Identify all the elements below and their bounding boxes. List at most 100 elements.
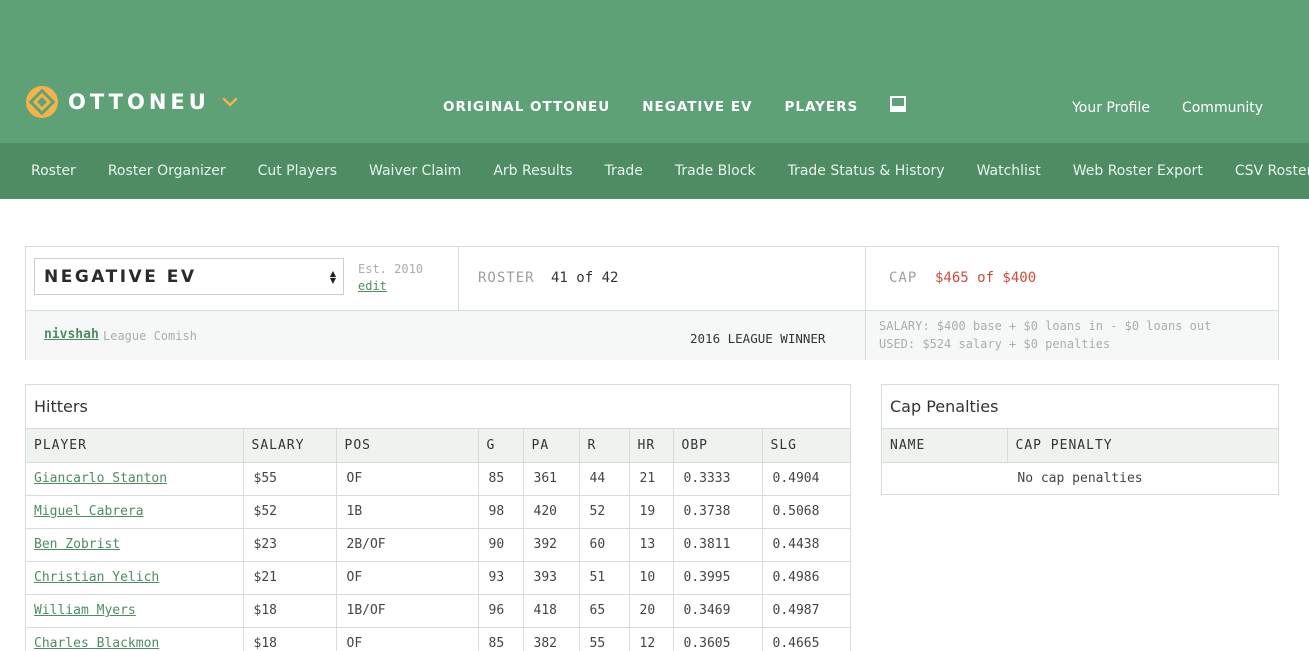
stat-cell: 20 <box>629 594 674 628</box>
pos-cell: 2B/OF <box>336 528 479 562</box>
salary-cell: $21 <box>243 561 337 595</box>
stat-cell: 420 <box>523 495 580 529</box>
pos-cell: OF <box>336 462 479 496</box>
pos-cell: 1B <box>336 495 479 529</box>
column-header[interactable]: SALARY <box>243 429 337 463</box>
column-header[interactable]: R <box>579 429 630 463</box>
stat-cell: 0.4904 <box>762 462 850 496</box>
stat-cell: 0.4665 <box>762 627 850 651</box>
community-link[interactable]: Community <box>1182 100 1263 116</box>
roster-label: ROSTER <box>478 270 535 286</box>
subnav-roster[interactable]: Roster <box>31 163 76 179</box>
table-row: Miguel Cabrera $52 1B 98 420 52 19 0.373… <box>26 495 850 529</box>
player-cell: Miguel Cabrera <box>26 495 244 529</box>
ottoneu-logo-icon <box>26 86 58 118</box>
hitters-table: PLAYER SALARY POS G PA R HR OBP SLG Gian… <box>26 429 850 651</box>
column-header[interactable]: OBP <box>673 429 763 463</box>
subnav-cut-players[interactable]: Cut Players <box>258 163 337 179</box>
top-header: OTTONEU ORIGINAL OTTONEU NEGATIVE EV PLA… <box>0 0 1309 143</box>
roster-count: 41 of 42 <box>551 270 619 286</box>
brand-logo[interactable]: OTTONEU <box>26 86 238 118</box>
column-header[interactable]: CAP PENALTY <box>1007 429 1278 463</box>
edit-league-link[interactable]: edit <box>358 279 387 293</box>
player-link[interactable]: William Myers <box>34 603 136 618</box>
player-cell: Ben Zobrist <box>26 528 244 562</box>
your-profile-link[interactable]: Your Profile <box>1072 100 1150 116</box>
column-header[interactable]: NAME <box>882 429 1008 463</box>
salary-cell: $18 <box>243 594 337 628</box>
stat-cell: 10 <box>629 561 674 595</box>
table-row: William Myers $18 1B/OF 96 418 65 20 0.3… <box>26 594 850 628</box>
player-link[interactable]: Charles Blackmon <box>34 636 159 651</box>
subnav-trade-block[interactable]: Trade Block <box>675 163 756 179</box>
divider <box>865 247 866 360</box>
nav-players[interactable]: PLAYERS <box>785 99 859 115</box>
stat-cell: 12 <box>629 627 674 651</box>
stat-cell: 96 <box>478 594 524 628</box>
column-header[interactable]: POS <box>336 429 479 463</box>
subnav-csv-roster-export[interactable]: CSV Roster Export <box>1235 163 1309 179</box>
inbox-icon[interactable] <box>890 96 907 112</box>
player-link[interactable]: Ben Zobrist <box>34 537 120 552</box>
subnav-trade[interactable]: Trade <box>605 163 643 179</box>
stat-cell: 13 <box>629 528 674 562</box>
league-select-value: NEGATIVE EV <box>44 267 197 287</box>
stat-cell: 90 <box>478 528 524 562</box>
stat-cell: 0.5068 <box>762 495 850 529</box>
stat-cell: 392 <box>523 528 580 562</box>
user-nav: Your Profile Community <box>1040 100 1263 116</box>
salary-breakdown: SALARY: $400 base + $0 loans in - $0 loa… <box>879 319 1212 333</box>
table-header-row: NAME CAP PENALTY <box>882 429 1278 463</box>
subnav-trade-status-history[interactable]: Trade Status & History <box>788 163 945 179</box>
cap-penalties-title: Cap Penalties <box>882 385 1278 429</box>
salary-cell: $52 <box>243 495 337 529</box>
nav-original-ottoneu[interactable]: ORIGINAL OTTONEU <box>443 99 610 115</box>
league-winner: 2016 LEAGUE WINNER <box>690 331 826 346</box>
stat-cell: 44 <box>579 462 630 496</box>
stat-cell: 393 <box>523 561 580 595</box>
table-row: Giancarlo Stanton $55 OF 85 361 44 21 0.… <box>26 462 850 496</box>
stat-cell: 85 <box>478 627 524 651</box>
used-breakdown: USED: $524 salary + $0 penalties <box>879 337 1111 351</box>
column-header[interactable]: G <box>478 429 524 463</box>
nav-negative-ev[interactable]: NEGATIVE EV <box>642 99 752 115</box>
player-link[interactable]: Miguel Cabrera <box>34 504 144 519</box>
league-select[interactable]: NEGATIVE EV ▲ ▼ <box>34 258 344 295</box>
chevron-down-icon[interactable] <box>222 94 238 110</box>
column-header[interactable]: HR <box>629 429 674 463</box>
column-header[interactable]: PA <box>523 429 580 463</box>
pos-cell: OF <box>336 627 479 651</box>
stat-cell: 0.3811 <box>673 528 763 562</box>
player-link[interactable]: Giancarlo Stanton <box>34 471 167 486</box>
player-cell: Charles Blackmon <box>26 627 244 651</box>
column-header[interactable]: PLAYER <box>26 429 244 463</box>
column-header[interactable]: SLG <box>762 429 850 463</box>
salary-cell: $55 <box>243 462 337 496</box>
stat-cell: 382 <box>523 627 580 651</box>
player-link[interactable]: Christian Yelich <box>34 570 159 585</box>
league-summary-panel: nivshah League Comish 2016 LEAGUE WINNER… <box>25 246 1279 360</box>
cap-penalties-table: NAME CAP PENALTY No cap penalties <box>882 429 1278 494</box>
stat-cell: 0.3995 <box>673 561 763 595</box>
cap-label: CAP <box>889 270 918 286</box>
subnav-roster-organizer[interactable]: Roster Organizer <box>108 163 226 179</box>
stat-cell: 361 <box>523 462 580 496</box>
league-established: Est. 2010 <box>358 262 424 276</box>
sub-nav: Roster Roster Organizer Cut Players Waiv… <box>0 143 1309 199</box>
pos-cell: OF <box>336 561 479 595</box>
stat-cell: 0.3738 <box>673 495 763 529</box>
subnav-web-roster-export[interactable]: Web Roster Export <box>1073 163 1203 179</box>
table-row: Ben Zobrist $23 2B/OF 90 392 60 13 0.381… <box>26 528 850 562</box>
stat-cell: 0.4987 <box>762 594 850 628</box>
stat-cell: 98 <box>478 495 524 529</box>
subnav-arb-results[interactable]: Arb Results <box>493 163 572 179</box>
comish-link[interactable]: nivshah <box>44 327 99 342</box>
hitters-card: Hitters PLAYER SALARY POS G PA R HR OBP … <box>25 384 851 651</box>
stat-cell: 60 <box>579 528 630 562</box>
select-arrows-icon: ▲ ▼ <box>329 269 336 285</box>
subnav-watchlist[interactable]: Watchlist <box>977 163 1041 179</box>
stat-cell: 51 <box>579 561 630 595</box>
stat-cell: 19 <box>629 495 674 529</box>
player-cell: William Myers <box>26 594 244 628</box>
subnav-waiver-claim[interactable]: Waiver Claim <box>369 163 461 179</box>
